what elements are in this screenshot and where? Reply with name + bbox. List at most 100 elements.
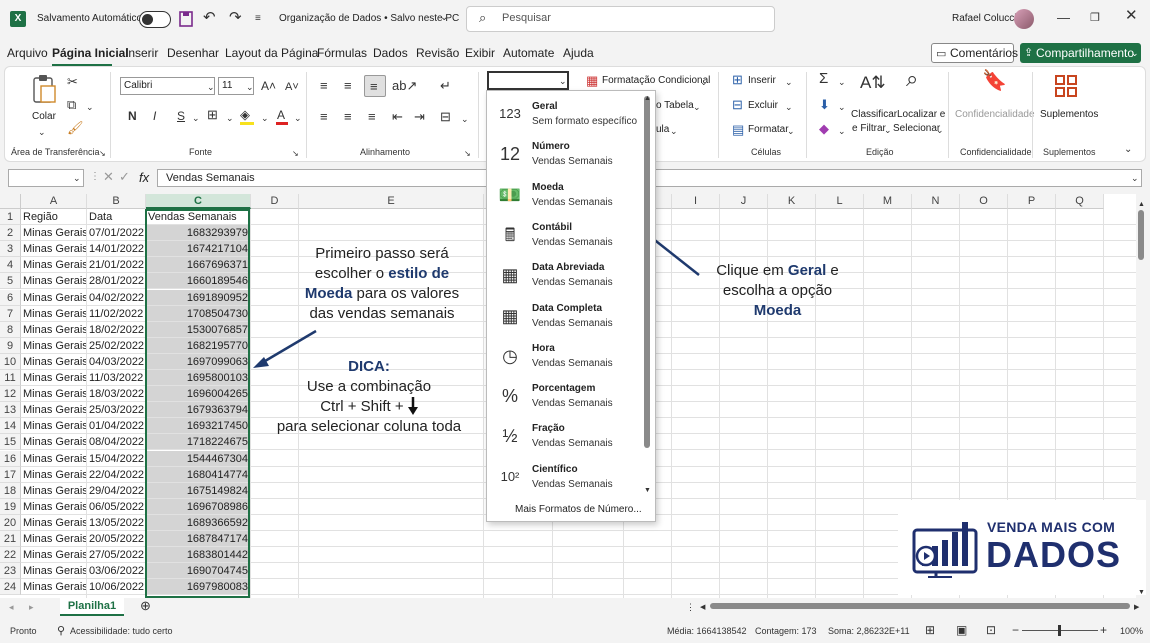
table-cell[interactable]: Minas Gerais <box>21 225 87 242</box>
horizontal-scrollbar[interactable] <box>710 603 1130 609</box>
chevron-down-icon[interactable]: ⌄ <box>86 100 94 114</box>
table-cell[interactable]: Minas Gerais <box>21 579 87 596</box>
table-cell[interactable]: 15/04/2022 <box>87 450 146 467</box>
table-cell[interactable]: 04/03/2022 <box>87 353 146 370</box>
tab-automate[interactable]: Automate <box>503 46 554 60</box>
row-header[interactable]: 17 <box>0 466 21 483</box>
document-title[interactable]: Organização de Dados • Salvo neste PC <box>279 13 459 24</box>
column-header-q[interactable]: Q <box>1056 194 1104 209</box>
chevron-down-icon[interactable]: ⌄ <box>787 124 795 138</box>
table-cell[interactable]: 13/05/2022 <box>87 514 146 531</box>
chevron-down-icon[interactable]: ⌄ <box>261 111 269 125</box>
row-header[interactable]: 22 <box>0 547 21 564</box>
autosave-toggle[interactable] <box>139 11 171 28</box>
chevron-down-icon[interactable]: ⌄ <box>838 100 846 114</box>
close-icon[interactable]: ✕ <box>1125 8 1138 23</box>
table-cell[interactable]: 20/05/2022 <box>87 531 146 547</box>
font-color-icon[interactable]: A <box>277 108 285 122</box>
fx-icon[interactable]: fx <box>139 170 149 185</box>
scroll-down-icon[interactable]: ▼ <box>1138 586 1145 600</box>
table-cell[interactable]: 10/06/2022 <box>87 579 146 596</box>
table-cell[interactable]: Minas Gerais <box>21 305 87 322</box>
table-cell[interactable]: Minas Gerais <box>21 450 87 467</box>
more-number-formats[interactable]: Mais Formatos de Número... <box>515 504 642 515</box>
table-cell[interactable]: Minas Gerais <box>21 241 87 258</box>
vertical-scrollbar[interactable] <box>1138 210 1144 260</box>
format-option-4[interactable]: 🖩 Contábil Vendas Semanais <box>487 216 642 256</box>
format-table-label[interactable]: o Tabela <box>656 100 694 111</box>
tab-arquivo[interactable]: Arquivo <box>7 46 48 60</box>
scroll-left-icon[interactable]: ◀ <box>700 601 705 615</box>
column-header-l[interactable]: L <box>816 194 864 209</box>
dialog-launcher-icon[interactable]: ↘ <box>99 147 106 161</box>
row-header[interactable]: 24 <box>0 579 21 596</box>
page-layout-icon[interactable]: ▣ <box>956 623 967 637</box>
row-header[interactable]: 23 <box>0 563 21 580</box>
format-painter-icon[interactable]: 🖌 <box>67 121 84 135</box>
chevron-down-icon[interactable]: ⌄ <box>838 75 846 89</box>
row-header[interactable]: 16 <box>0 450 21 467</box>
table-cell[interactable]: 18/03/2022 <box>87 386 146 403</box>
format-option-6[interactable]: ▦ Data Completa Vendas Semanais <box>487 297 642 337</box>
paste-label[interactable]: Colar <box>32 111 56 122</box>
italic-icon[interactable]: I <box>153 109 156 123</box>
copy-icon[interactable]: ⧉ <box>67 98 76 112</box>
addins-icon[interactable] <box>1054 74 1078 98</box>
align-top-icon[interactable]: ≡ <box>320 79 328 93</box>
table-cell[interactable]: 11/02/2022 <box>87 305 146 322</box>
tab-formulas[interactable]: Fórmulas <box>317 46 367 60</box>
more-options-icon[interactable]: ⋮ <box>90 170 100 184</box>
table-cell[interactable]: Minas Gerais <box>21 482 87 499</box>
align-center-icon[interactable]: ≡ <box>344 110 352 124</box>
accessibility-icon[interactable]: ⚲ <box>57 624 65 637</box>
dialog-launcher-icon[interactable]: ↘ <box>464 147 471 161</box>
table-cell[interactable]: Minas Gerais <box>21 498 87 515</box>
table-cell[interactable]: 03/06/2022 <box>87 563 146 580</box>
chevron-down-icon[interactable]: ⌄ <box>785 75 793 89</box>
tab-revisao[interactable]: Revisão <box>416 46 459 60</box>
add-sheet-icon[interactable]: ⊕ <box>140 599 151 613</box>
table-cell[interactable]: Minas Gerais <box>21 418 87 435</box>
zoom-out-icon[interactable]: − <box>1012 623 1019 637</box>
sort-filter-label-1[interactable]: Classificar <box>851 109 897 120</box>
tab-inserir[interactable]: Inserir <box>125 46 158 60</box>
row-header[interactable]: 12 <box>0 386 21 403</box>
tab-pagina-inicial[interactable]: Página Inicial <box>52 46 129 60</box>
insert-label[interactable]: Inserir <box>748 75 776 86</box>
dialog-launcher-icon[interactable]: ↘ <box>292 147 299 161</box>
merge-center-icon[interactable]: ⊟ <box>440 110 451 124</box>
table-cell[interactable]: Minas Gerais <box>21 434 87 451</box>
table-cell[interactable]: 06/05/2022 <box>87 498 146 515</box>
zoom-slider-thumb[interactable] <box>1058 625 1061 636</box>
table-cell[interactable]: 14/01/2022 <box>87 241 146 258</box>
row-header[interactable]: 20 <box>0 514 21 531</box>
chevron-down-icon[interactable]: ⌄ <box>440 11 448 25</box>
search-input[interactable]: ⌕ Pesquisar <box>466 6 775 32</box>
sheet-tab-planilha1[interactable]: Planilha1 <box>60 598 124 616</box>
align-right-icon[interactable]: ≡ <box>368 110 376 124</box>
fill-icon[interactable]: ⬇ <box>819 98 830 112</box>
underline-icon[interactable]: S <box>177 109 185 123</box>
cell-styles-label[interactable]: ula <box>656 124 669 135</box>
row-header[interactable]: 8 <box>0 321 21 338</box>
row-header[interactable]: 21 <box>0 531 21 547</box>
table-cell[interactable]: 25/03/2022 <box>87 402 146 419</box>
format-option-9[interactable]: ½ Fração Vendas Semanais <box>487 417 642 457</box>
undo-icon[interactable]: ↶ <box>203 10 216 25</box>
format-option-7[interactable]: ◷ Hora Vendas Semanais <box>487 337 642 377</box>
row-header[interactable]: 7 <box>0 305 21 322</box>
dropdown-scrollbar[interactable] <box>644 96 650 448</box>
table-cell[interactable]: 08/04/2022 <box>87 434 146 451</box>
quick-access-more-icon[interactable]: ≡ <box>255 12 261 26</box>
chevron-down-icon[interactable]: ⌄ <box>461 112 469 126</box>
tab-ajuda[interactable]: Ajuda <box>563 46 594 60</box>
table-cell[interactable]: 07/01/2022 <box>87 225 146 242</box>
collapse-ribbon-icon[interactable]: ⌄ <box>1124 143 1132 157</box>
addins-label[interactable]: Suplementos <box>1040 109 1098 120</box>
table-cell[interactable]: Minas Gerais <box>21 289 87 306</box>
confirm-icon[interactable]: ✓ <box>119 170 130 184</box>
chevron-down-icon[interactable]: ⌄ <box>226 111 234 125</box>
header-cell[interactable]: Região <box>21 209 87 225</box>
align-middle-icon[interactable]: ≡ <box>344 79 352 93</box>
find-label-2[interactable]: Selecionar <box>893 123 940 134</box>
